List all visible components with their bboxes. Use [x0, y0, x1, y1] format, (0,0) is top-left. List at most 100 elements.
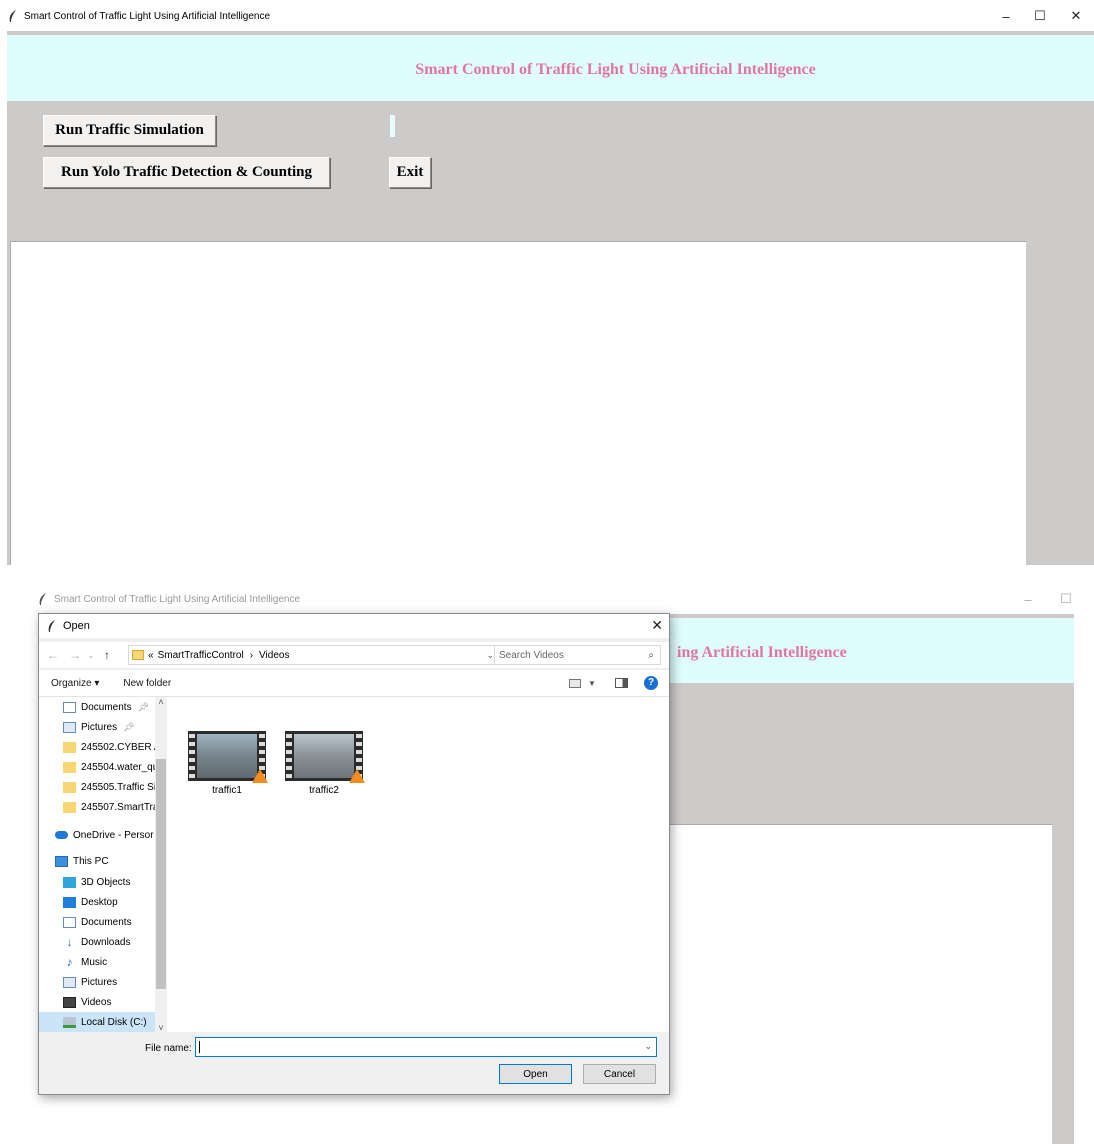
nav-item-3d-objects[interactable]: 3D Objects — [63, 872, 155, 892]
recent-dropdown-icon[interactable]: ⌄ — [83, 651, 99, 660]
folder-icon — [63, 781, 76, 793]
page-title: ing Artificial Intelligence — [677, 644, 847, 661]
pin-icon: 📌︎ — [137, 701, 150, 712]
dialog-toolbar: Organize ▾ New folder ▼ ? — [39, 670, 669, 696]
file-name: traffic1 — [212, 785, 242, 796]
header-banner: Smart Control of Traffic Light Using Art… — [7, 31, 1094, 101]
folder-icon — [63, 741, 76, 753]
address-row: ← → ⌄ ↑ « SmartTrafficControl › Videos ⌄… — [39, 642, 669, 668]
pc-icon — [55, 855, 68, 867]
nav-item-music[interactable]: ♪ Music — [63, 952, 155, 972]
view-dropdown-icon[interactable]: ▼ — [588, 679, 596, 688]
onedrive-icon — [55, 831, 68, 839]
exit-button[interactable]: Exit — [389, 157, 431, 188]
page-title: Smart Control of Traffic Light Using Art… — [415, 61, 816, 78]
nav-item-folder-smart[interactable]: 245507.SmartTra — [63, 797, 155, 817]
organize-menu[interactable]: Organize ▾ — [39, 678, 111, 689]
title-bar: Smart Control of Traffic Light Using Art… — [0, 585, 1094, 613]
output-canvas — [665, 824, 1052, 1144]
breadcrumb-folder[interactable]: SmartTrafficControl — [158, 650, 244, 661]
dialog-content: Documents 📌︎ Pictures 📌︎ 245502.CYBER A 24… — [39, 696, 669, 1033]
address-dropdown-icon[interactable]: ⌄ — [486, 650, 494, 661]
vlc-cone-icon — [252, 769, 268, 783]
search-icon: ⌕ — [648, 649, 654, 661]
run-traffic-simulation-button[interactable]: Run Traffic Simulation — [43, 115, 216, 146]
file-name-input[interactable]: ⌄ — [195, 1037, 657, 1057]
folder-icon — [63, 761, 76, 773]
file-list: traffic1 traffic2 — [169, 697, 669, 1033]
up-arrow-icon[interactable]: ↑ — [99, 648, 115, 662]
vlc-video-icon — [188, 731, 268, 783]
nav-item-documents-pinned[interactable]: Documents 📌︎ — [63, 697, 155, 717]
vlc-video-icon — [285, 731, 365, 783]
scroll-thumb[interactable] — [156, 759, 166, 989]
back-arrow-icon[interactable]: ← — [45, 648, 61, 662]
navigation-pane: Documents 📌︎ Pictures 📌︎ 245502.CYBER A 24… — [39, 697, 167, 1033]
nav-item-desktop[interactable]: Desktop — [63, 892, 155, 912]
disk-icon — [63, 1016, 76, 1028]
help-icon[interactable]: ? — [644, 676, 658, 690]
3d-objects-icon — [63, 876, 76, 888]
minimize-button[interactable]: – — [1008, 585, 1048, 613]
run-yolo-detection-button[interactable]: Run Yolo Traffic Detection & Counting — [43, 157, 330, 188]
close-button[interactable]: ✕ — [1056, 0, 1094, 32]
nav-item-folder-water[interactable]: 245504.water_qu — [63, 757, 155, 777]
file-item-traffic2[interactable]: traffic2 — [282, 731, 366, 801]
nav-item-local-disk[interactable]: Local Disk (C:) — [39, 1012, 155, 1032]
file-name: traffic2 — [309, 785, 339, 796]
pin-icon: 📌︎ — [123, 721, 135, 732]
window-title: Smart Control of Traffic Light Using Art… — [24, 10, 271, 22]
main-window: Smart Control of Traffic Light Using Art… — [0, 0, 1094, 565]
vlc-cone-icon — [349, 769, 365, 783]
nav-item-pictures[interactable]: Pictures — [63, 972, 155, 992]
open-file-dialog: Open ✕ ← → ⌄ ↑ « SmartTrafficControl › V… — [38, 613, 670, 1095]
folder-icon — [63, 801, 76, 813]
feather-icon — [9, 10, 16, 22]
chevron-down-icon[interactable]: ⌄ — [644, 1041, 652, 1052]
scroll-up-icon[interactable]: ˄ — [155, 697, 167, 707]
nav-item-onedrive[interactable]: OneDrive - Persor — [55, 825, 155, 845]
nav-item-videos[interactable]: Videos — [63, 992, 155, 1012]
breadcrumb-separator: › — [249, 649, 254, 661]
nav-item-this-pc[interactable]: This PC — [55, 851, 155, 871]
address-bar[interactable]: « SmartTrafficControl › Videos ⌄ ↻ — [128, 645, 521, 665]
nav-item-downloads[interactable]: ↓ Downloads — [63, 932, 155, 952]
window-title: Smart Control of Traffic Light Using Art… — [54, 593, 301, 605]
documents-icon — [63, 916, 76, 928]
nav-item-pictures-pinned[interactable]: Pictures 📌︎ — [63, 717, 155, 737]
new-folder-button[interactable]: New folder — [111, 678, 183, 689]
nav-scrollbar[interactable]: ˄ ˅ — [155, 697, 167, 1033]
maximize-button[interactable]: ☐ — [1020, 0, 1060, 32]
feather-icon — [48, 620, 55, 632]
status-indicator — [390, 115, 395, 137]
search-input[interactable]: Search Videos ⌕ — [494, 645, 661, 665]
dialog-title-bar: Open ✕ — [39, 614, 669, 638]
file-name-label: File name: — [145, 1043, 192, 1054]
close-icon[interactable]: ✕ — [651, 617, 663, 634]
text-cursor — [199, 1041, 200, 1053]
title-bar: Smart Control of Traffic Light Using Art… — [0, 0, 1094, 32]
breadcrumb-prefix: « — [148, 649, 154, 661]
file-item-traffic1[interactable]: traffic1 — [185, 731, 269, 801]
downloads-icon: ↓ — [66, 934, 73, 949]
cancel-button[interactable]: Cancel — [583, 1064, 656, 1084]
folder-icon — [132, 650, 144, 660]
maximize-button[interactable]: ☐ — [1046, 585, 1086, 613]
pictures-icon — [63, 721, 76, 733]
nav-item-documents[interactable]: Documents — [63, 912, 155, 932]
header-banner: ing Artificial Intelligence — [665, 614, 1074, 683]
pictures-icon — [63, 976, 76, 988]
nav-item-folder-cyber[interactable]: 245502.CYBER A — [63, 737, 155, 757]
videos-icon — [63, 996, 76, 1008]
feather-icon — [39, 593, 46, 605]
output-canvas — [10, 241, 1026, 565]
nav-item-folder-traffic[interactable]: 245505.Traffic Sig — [63, 777, 155, 797]
desktop-icon — [63, 896, 76, 908]
documents-icon — [63, 701, 76, 713]
music-icon: ♪ — [66, 954, 73, 969]
open-button[interactable]: Open — [499, 1064, 572, 1084]
preview-pane-icon[interactable] — [615, 678, 628, 688]
forward-arrow-icon[interactable]: → — [67, 648, 83, 662]
view-icon[interactable] — [569, 678, 581, 688]
breadcrumb-subfolder[interactable]: Videos — [259, 650, 289, 661]
